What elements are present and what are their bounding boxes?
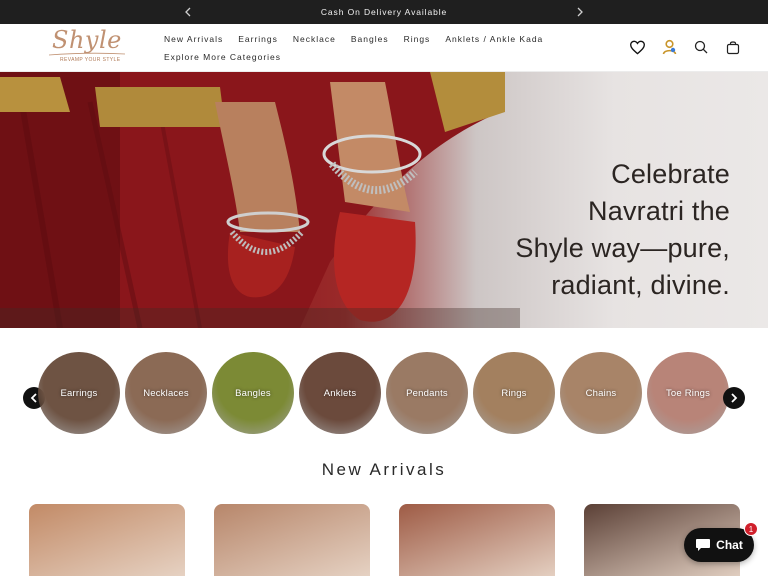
category-anklets[interactable]: Anklets xyxy=(299,352,381,434)
category-bangles[interactable]: Bangles xyxy=(212,352,294,434)
nav-item-necklace[interactable]: Necklace xyxy=(293,34,336,44)
nav-item-earrings[interactable]: Earrings xyxy=(238,34,278,44)
nav-row-2: Explore More Categories xyxy=(164,48,544,66)
category-rings[interactable]: Rings xyxy=(473,352,555,434)
announcement-bar: Cash On Delivery Available xyxy=(0,0,768,24)
product-card[interactable] xyxy=(214,504,370,576)
account-button[interactable] xyxy=(660,38,678,56)
category-label: Rings xyxy=(501,387,527,399)
site-header: Shyle REVAMP YOUR STYLE New Arrivals Ear… xyxy=(0,24,768,72)
category-label: Anklets xyxy=(323,387,357,399)
announcement-message: Cash On Delivery Available xyxy=(320,7,448,17)
category-chains[interactable]: Chains xyxy=(560,352,642,434)
announcement-prev-button[interactable] xyxy=(176,0,200,24)
bag-icon xyxy=(726,40,740,54)
category-toe-rings[interactable]: Toe Rings xyxy=(647,352,729,434)
category-label: Toe Rings xyxy=(665,387,711,399)
hero-headline: Celebrate Navratri the Shyle way—pure, r… xyxy=(450,156,730,304)
product-card[interactable] xyxy=(399,504,555,576)
nav-item-explore-more[interactable]: Explore More Categories xyxy=(164,52,281,62)
search-icon xyxy=(694,40,708,54)
search-button[interactable] xyxy=(692,38,710,56)
page: Cash On Delivery Available Shyle REVAMP … xyxy=(0,0,768,576)
hero-banner[interactable]: Celebrate Navratri the Shyle way—pure, r… xyxy=(0,72,768,328)
hero-headline-line-4: radiant, divine. xyxy=(551,270,730,300)
account-icon xyxy=(662,39,676,55)
chevron-left-icon xyxy=(185,7,191,17)
heart-icon xyxy=(629,40,645,55)
category-label: Chains xyxy=(585,387,617,399)
nav-item-anklets[interactable]: Anklets / Ankle Kada xyxy=(445,34,543,44)
logo[interactable]: Shyle REVAMP YOUR STYLE xyxy=(46,26,128,68)
logo-tagline: REVAMP YOUR STYLE xyxy=(60,57,121,63)
announcement-next-button[interactable] xyxy=(568,0,592,24)
chat-label: Chat xyxy=(716,538,743,552)
nav-item-new-arrivals[interactable]: New Arrivals xyxy=(164,34,223,44)
category-label: Pendants xyxy=(406,387,448,399)
nav-item-rings[interactable]: Rings xyxy=(404,34,431,44)
category-pendants[interactable]: Pendants xyxy=(386,352,468,434)
category-carousel: Earrings Necklaces Bangles Anklets Penda… xyxy=(0,328,768,448)
hero-headline-line-3: Shyle way—pure, xyxy=(515,233,730,263)
cart-button[interactable] xyxy=(724,38,742,56)
category-necklaces[interactable]: Necklaces xyxy=(125,352,207,434)
nav-item-bangles[interactable]: Bangles xyxy=(351,34,389,44)
category-next-button[interactable] xyxy=(723,387,745,409)
product-card[interactable] xyxy=(29,504,185,576)
main-nav: New Arrivals Earrings Necklace Bangles R… xyxy=(164,30,544,66)
hero-headline-line-1: Celebrate xyxy=(611,159,730,189)
chat-badge: 1 xyxy=(744,522,758,536)
wishlist-button[interactable] xyxy=(628,38,646,56)
category-earrings[interactable]: Earrings xyxy=(38,352,120,434)
chat-button[interactable]: Chat 1 xyxy=(684,522,758,562)
header-icons xyxy=(628,38,742,56)
logo-text: Shyle xyxy=(52,26,122,54)
chevron-right-icon xyxy=(577,7,583,17)
nav-row-1: New Arrivals Earrings Necklace Bangles R… xyxy=(164,30,544,48)
chat-bubble-icon xyxy=(696,539,711,551)
arrow-right-icon xyxy=(731,393,738,403)
hero-headline-line-2: Navratri the xyxy=(588,196,730,226)
new-arrivals-title: New Arrivals xyxy=(321,460,447,479)
category-label: Necklaces xyxy=(143,387,189,399)
category-label: Earrings xyxy=(60,387,98,399)
category-label: Bangles xyxy=(235,387,271,399)
